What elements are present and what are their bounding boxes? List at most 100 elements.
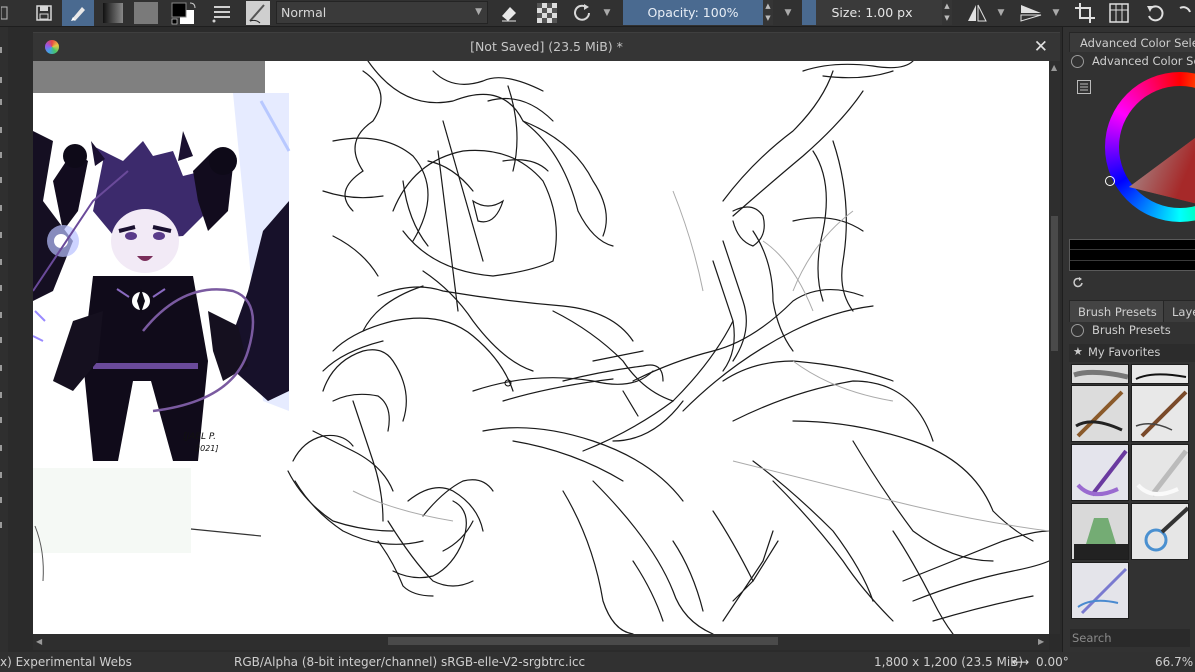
- tool-icon[interactable]: [0, 259, 6, 265]
- document-title: [Not Saved] (23.5 MiB) *: [470, 39, 623, 54]
- brush-preset-tile[interactable]: [1131, 503, 1189, 560]
- save-icon[interactable]: [32, 0, 56, 26]
- tool-icon[interactable]: [0, 445, 6, 451]
- brush-tag-select[interactable]: ★ My Favorites: [1069, 344, 1195, 362]
- pattern-icon[interactable]: [132, 0, 160, 26]
- new-document-icon[interactable]: [0, 0, 10, 26]
- vertical-scrollbar-thumb[interactable]: [1051, 216, 1058, 351]
- crop-icon[interactable]: [1070, 0, 1100, 26]
- opacity-slider[interactable]: Opacity: 100%: [623, 0, 763, 25]
- scroll-up-icon[interactable]: ▲: [1051, 63, 1057, 72]
- wrap-icon[interactable]: [1104, 0, 1134, 26]
- brush-preset-tile[interactable]: [1071, 562, 1129, 619]
- tool-icon[interactable]: [0, 285, 6, 291]
- toolbox: [0, 27, 8, 652]
- lock-icon[interactable]: [1071, 55, 1084, 68]
- vertical-scrollbar[interactable]: ▲: [1049, 61, 1060, 634]
- rotation-icon[interactable]: ⟷: [1012, 652, 1029, 672]
- undo-icon[interactable]: [1142, 0, 1168, 26]
- alpha-lock-icon[interactable]: [534, 0, 560, 26]
- color-selector-settings-icon[interactable]: [1077, 80, 1091, 94]
- reload-icon[interactable]: [568, 0, 596, 26]
- status-color-space: RGB/Alpha (8-bit integer/channel) sRGB-e…: [234, 655, 586, 669]
- status-image-size: 1,800 x 1,200 (23.5 MiB): [874, 655, 1024, 669]
- top-toolbar: Normal ▼ ▼ Opacity: 100% ▲ ▼ ▼ Size: 1.00…: [0, 0, 1195, 27]
- tool-icon[interactable]: [0, 127, 6, 133]
- tab-brush-presets-label: Brush Presets: [1078, 305, 1157, 319]
- brush-preset-icon[interactable]: [244, 0, 272, 26]
- svg-text:2021]: 2021]: [195, 444, 218, 453]
- tool-icon[interactable]: [0, 417, 6, 423]
- star-icon: ★: [1073, 345, 1083, 358]
- tool-icon[interactable]: [0, 47, 6, 53]
- sketch-guides: [352, 190, 1049, 532]
- brush-preset-tile[interactable]: [1131, 385, 1189, 442]
- gradient-icon[interactable]: [100, 0, 126, 26]
- color-history[interactable]: [1069, 239, 1195, 271]
- tool-icon[interactable]: [0, 312, 6, 318]
- opacity-options-chevron-icon[interactable]: ▼: [780, 0, 796, 26]
- blending-mode-value: Normal: [281, 5, 327, 20]
- brush-preset-tile[interactable]: [1071, 385, 1129, 442]
- brush-tool-icon[interactable]: [62, 0, 94, 26]
- tab-brush-presets[interactable]: Brush Presets: [1069, 300, 1166, 322]
- tab-layers[interactable]: Layers: [1163, 300, 1195, 322]
- svg-text:[JAEL P.: [JAEL P.: [183, 432, 216, 442]
- brush-preset-tile[interactable]: [1071, 444, 1129, 501]
- color-selector-title: Advanced Color Selector: [1092, 54, 1195, 68]
- color-selector-tab[interactable]: Advanced Color Select: [1069, 32, 1195, 52]
- brush-preset-tile[interactable]: [1131, 444, 1189, 501]
- favorites-label: My Favorites: [1088, 345, 1161, 359]
- brush-presets-title: Brush Presets: [1092, 323, 1171, 337]
- canvas-artwork: [JAEL P. 2021]: [33, 61, 1049, 634]
- document-titlebar: [Not Saved] (23.5 MiB) * ✕: [33, 32, 1060, 61]
- mirror-vertical-icon[interactable]: [1016, 0, 1046, 26]
- tool-icon[interactable]: [0, 232, 6, 238]
- tool-icon[interactable]: [0, 337, 6, 343]
- lock-icon[interactable]: [1071, 324, 1084, 337]
- tool-icon[interactable]: [0, 99, 6, 105]
- chevron-down-icon: ▼: [475, 7, 482, 17]
- scroll-left-icon[interactable]: ◀: [36, 637, 42, 646]
- mirror-horizontal-chevron-icon[interactable]: ▼: [996, 0, 1006, 26]
- tool-icon[interactable]: [0, 177, 6, 183]
- close-icon[interactable]: ✕: [1034, 33, 1048, 61]
- brush-settings-icon[interactable]: [208, 0, 236, 26]
- size-spin-buttons[interactable]: ▲ ▼: [942, 0, 952, 25]
- redo-icon[interactable]: [1174, 0, 1195, 26]
- sketch-strokes: [287, 61, 1049, 634]
- status-zoom: 66.7%: [1155, 655, 1194, 669]
- tool-icon[interactable]: [0, 472, 6, 478]
- tab-layers-label: Layers: [1172, 305, 1195, 319]
- blending-mode-select[interactable]: Normal ▼: [276, 1, 488, 24]
- tool-icon[interactable]: [0, 522, 6, 528]
- tool-icon[interactable]: [0, 77, 6, 83]
- tool-icon[interactable]: [0, 152, 6, 158]
- reload-options-chevron-icon[interactable]: ▼: [600, 0, 614, 26]
- canvas[interactable]: [JAEL P. 2021]: [33, 61, 1049, 634]
- brush-preset-tile[interactable]: [1071, 364, 1129, 384]
- opacity-spin-buttons[interactable]: ▲ ▼: [763, 0, 773, 25]
- tool-icon[interactable]: [0, 205, 6, 211]
- mirror-horizontal-icon[interactable]: [962, 0, 992, 26]
- mirror-vertical-chevron-icon[interactable]: ▼: [1050, 0, 1062, 26]
- eraser-icon[interactable]: [496, 0, 522, 26]
- horizontal-scrollbar[interactable]: ◀ ▶: [33, 634, 1049, 650]
- status-brush-name[interactable]: x) Experimental Webs: [0, 652, 132, 672]
- status-rotation: 0.00°: [1036, 655, 1069, 669]
- refresh-icon[interactable]: [1071, 276, 1085, 293]
- tool-icon[interactable]: [0, 392, 6, 398]
- size-slider-fill: [802, 0, 816, 25]
- color-wheel[interactable]: [1105, 72, 1195, 232]
- size-slider[interactable]: Size: 1.00 px: [802, 0, 942, 25]
- horizontal-scrollbar-thumb[interactable]: [388, 637, 778, 645]
- brush-search-input[interactable]: Search: [1070, 629, 1190, 647]
- brush-preset-tile[interactable]: [1131, 364, 1189, 384]
- fg-bg-color-icon[interactable]: [168, 0, 200, 26]
- size-value: Size: 1.00 px: [831, 5, 913, 20]
- docker-panel: Advanced Color Select Advanced Color Sel…: [1062, 27, 1195, 652]
- tool-icon[interactable]: [0, 497, 6, 503]
- scroll-right-icon[interactable]: ▶: [1038, 637, 1044, 646]
- brush-preset-tile[interactable]: [1071, 503, 1129, 560]
- tool-icon[interactable]: [0, 365, 6, 371]
